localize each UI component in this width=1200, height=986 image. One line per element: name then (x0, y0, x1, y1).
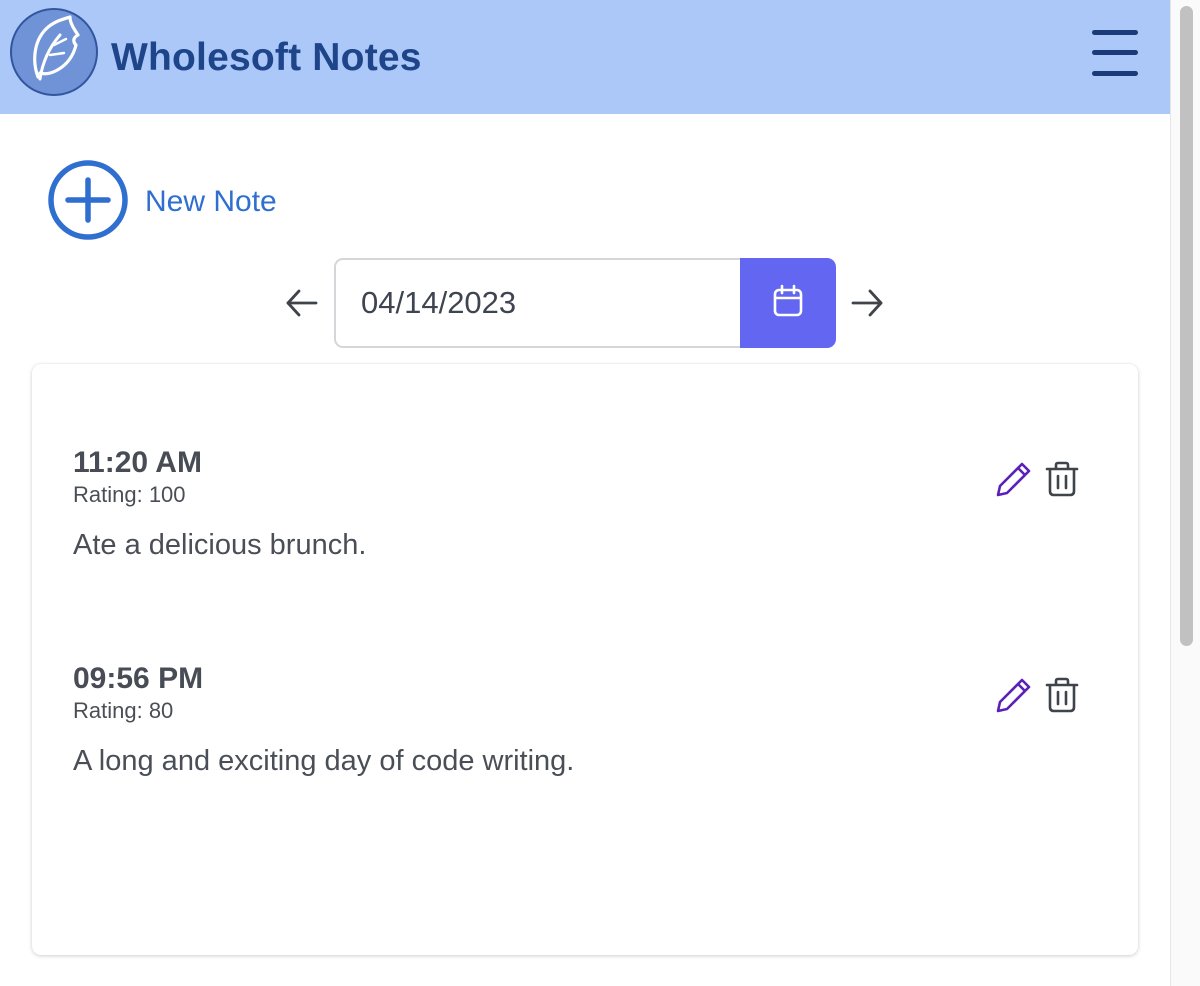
hamburger-menu-icon-bar (1092, 71, 1138, 76)
note-text: Ate a delicious brunch. (73, 529, 367, 561)
pencil-icon (995, 678, 1033, 718)
calendar-button[interactable] (740, 258, 836, 348)
date-input[interactable] (334, 258, 742, 348)
note-time: 09:56 PM (73, 662, 204, 695)
app-viewport: Wholesoft Notes New Note 04/14/2023 11:2… (0, 0, 1170, 986)
hamburger-menu-icon-bar (1092, 30, 1138, 35)
delete-note-button[interactable] (1043, 460, 1081, 498)
delete-note-button[interactable] (1043, 676, 1081, 714)
previous-day-button[interactable] (283, 286, 319, 320)
next-day-button[interactable] (850, 286, 886, 320)
plus-circle-icon (47, 159, 129, 246)
note-text: A long and exciting day of code writing. (73, 745, 575, 777)
menu-button[interactable] (1088, 28, 1140, 82)
notes-list-card: 11:20 AM Rating: 100 Ate a delicious bru… (32, 364, 1138, 955)
note-item: 11:20 AM Rating: 100 Ate a delicious bru… (73, 446, 1103, 562)
note-rating: Rating: 100 (73, 482, 186, 507)
new-note-label: New Note (145, 185, 277, 218)
hamburger-menu-icon-bar (1092, 50, 1138, 55)
vertical-scrollbar[interactable] (1170, 0, 1200, 986)
trash-icon (1043, 677, 1081, 718)
app-header: Wholesoft Notes (0, 0, 1170, 114)
new-note-button[interactable]: New Note (47, 159, 277, 246)
leaf-icon (24, 14, 84, 90)
scrollbar-thumb[interactable] (1180, 6, 1193, 646)
note-item: 09:56 PM Rating: 80 A long and exciting … (73, 662, 1103, 778)
arrow-left-icon (283, 289, 319, 324)
edit-note-button[interactable] (995, 676, 1033, 714)
app-logo[interactable] (10, 8, 98, 96)
calendar-icon (772, 284, 804, 323)
note-rating: Rating: 80 (73, 698, 174, 723)
arrow-right-icon (850, 289, 886, 324)
pencil-icon (995, 462, 1033, 502)
trash-icon (1043, 461, 1081, 502)
app-title: Wholesoft Notes (111, 36, 422, 79)
note-time: 11:20 AM (73, 446, 202, 479)
edit-note-button[interactable] (995, 460, 1033, 498)
